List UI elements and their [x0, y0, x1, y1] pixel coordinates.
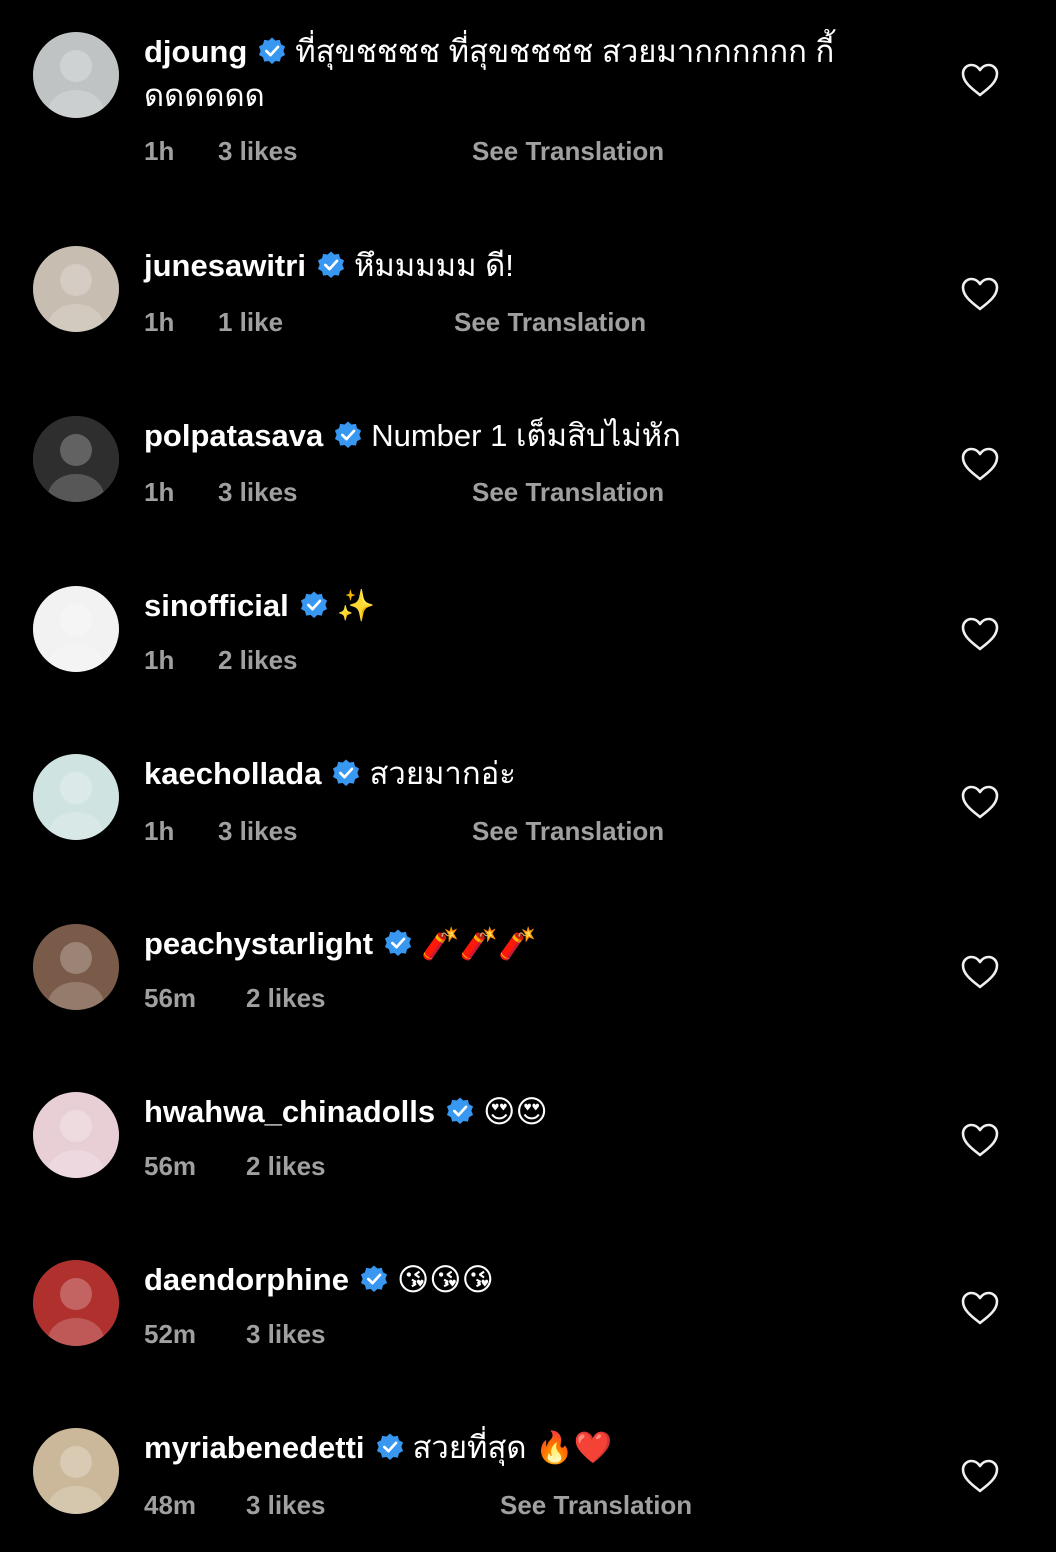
username[interactable]: myriabenedetti [144, 1430, 365, 1465]
comment-time: 1h [144, 136, 175, 166]
comment-line: peachystarlight 🧨🧨🧨 [144, 922, 537, 966]
like-heart-icon[interactable] [960, 62, 1000, 98]
verified-badge-icon [445, 1094, 475, 1125]
like-heart-icon[interactable] [960, 1290, 1000, 1326]
comment-line: hwahwa_chinadolls 😍😍 [144, 1090, 548, 1134]
comment-line: djoung ที่สุขชชชช ที่สุขชชชช สวยมากกกกกก … [144, 30, 834, 74]
username[interactable]: polpatasava [144, 418, 323, 453]
comment-text-continued: ดดดดดด [144, 78, 265, 113]
avatar[interactable] [33, 754, 119, 840]
verified-badge-icon [257, 34, 287, 65]
comment-text: ที่สุขชชชช ที่สุขชชชช สวยมากกกกกก กี้ [295, 34, 835, 69]
comment-text: หึมมมมม ดี! [353, 248, 514, 283]
avatar[interactable] [33, 1428, 119, 1514]
likes-count[interactable]: 3 likes [218, 816, 472, 847]
like-heart-icon[interactable] [960, 1122, 1000, 1158]
comment-text: 😍😍 [483, 1094, 548, 1129]
like-heart-icon[interactable] [960, 784, 1000, 820]
likes-count[interactable]: 2 likes [218, 645, 472, 676]
likes-count[interactable]: 3 likes [246, 1319, 500, 1350]
avatar[interactable] [33, 1092, 119, 1178]
likes-count[interactable]: 2 likes [246, 1151, 500, 1182]
verified-badge-icon [383, 926, 413, 957]
username[interactable]: hwahwa_chinadolls [144, 1094, 435, 1129]
comment-time: 1h [144, 645, 175, 675]
verified-badge-icon [331, 756, 361, 787]
likes-count[interactable]: 3 likes [218, 477, 472, 508]
like-heart-icon[interactable] [960, 1458, 1000, 1494]
comment-meta: 56m 2 likes [144, 1151, 500, 1182]
verified-badge-icon [375, 1430, 405, 1461]
username[interactable]: sinofficial [144, 588, 289, 623]
comment-time: 52m [144, 1319, 197, 1349]
avatar[interactable] [33, 924, 119, 1010]
username[interactable]: kaechollada [144, 756, 321, 791]
avatar[interactable] [33, 246, 119, 332]
avatar[interactable] [33, 586, 119, 672]
comment-line: daendorphine 😘😘😘 [144, 1258, 494, 1302]
comment-line: myriabenedetti สวยที่สุด 🔥❤️ [144, 1426, 612, 1470]
username[interactable]: peachystarlight [144, 926, 373, 961]
avatar[interactable] [33, 416, 119, 502]
username[interactable]: junesawitri [144, 248, 306, 283]
avatar[interactable] [33, 1260, 119, 1346]
comment-meta: 48m 3 likes See Translation [144, 1490, 692, 1521]
comment-time: 56m [144, 983, 197, 1013]
comment-meta: 1h 3 likes See Translation [144, 816, 664, 847]
verified-badge-icon [333, 418, 363, 449]
comment-meta: 1h 2 likes [144, 645, 472, 676]
comment-time: 1h [144, 307, 175, 337]
like-heart-icon[interactable] [960, 276, 1000, 312]
comment-meta: 52m 3 likes [144, 1319, 500, 1350]
comment-line: junesawitri หึมมมมม ดี! [144, 244, 514, 288]
comment-text: 🧨🧨🧨 [421, 926, 537, 961]
verified-badge-icon [299, 588, 329, 619]
username[interactable]: djoung [144, 34, 247, 69]
comment-line: polpatasava Number 1 เต็มสิบไม่หัก [144, 414, 681, 458]
see-translation-link[interactable]: See Translation [472, 477, 664, 508]
comment-line: sinofficial ✨ [144, 584, 375, 628]
likes-count[interactable]: 1 like [218, 307, 454, 338]
see-translation-link[interactable]: See Translation [454, 307, 646, 338]
likes-count[interactable]: 2 likes [246, 983, 500, 1014]
comment-text: Number 1 เต็มสิบไม่หัก [371, 418, 681, 453]
comment-meta: 1h 3 likes See Translation [144, 477, 664, 508]
comment-time: 1h [144, 816, 175, 846]
like-heart-icon[interactable] [960, 616, 1000, 652]
see-translation-link[interactable]: See Translation [500, 1490, 692, 1521]
verified-badge-icon [359, 1262, 389, 1293]
like-heart-icon[interactable] [960, 954, 1000, 990]
comment-time: 1h [144, 477, 175, 507]
see-translation-link[interactable]: See Translation [472, 136, 664, 167]
likes-count[interactable]: 3 likes [246, 1490, 500, 1521]
comment-text: สวยมากอ่ะ [369, 756, 516, 791]
comment-time: 48m [144, 1490, 197, 1520]
comment-text: 😘😘😘 [396, 1262, 494, 1297]
comment-meta: 1h 1 like See Translation [144, 307, 646, 338]
likes-count[interactable]: 3 likes [218, 136, 472, 167]
verified-badge-icon [316, 248, 346, 279]
comment-meta: 56m 2 likes [144, 983, 500, 1014]
like-heart-icon[interactable] [960, 446, 1000, 482]
avatar[interactable] [33, 32, 119, 118]
comment-meta: 1h 3 likes See Translation [144, 136, 664, 167]
username[interactable]: daendorphine [144, 1262, 349, 1297]
comment-line: kaechollada สวยมากอ่ะ [144, 752, 516, 796]
comment-text: ✨ [336, 588, 376, 623]
see-translation-link[interactable]: See Translation [472, 816, 664, 847]
comment-time: 56m [144, 1151, 197, 1181]
comment-text: สวยที่สุด 🔥❤️ [412, 1430, 613, 1465]
